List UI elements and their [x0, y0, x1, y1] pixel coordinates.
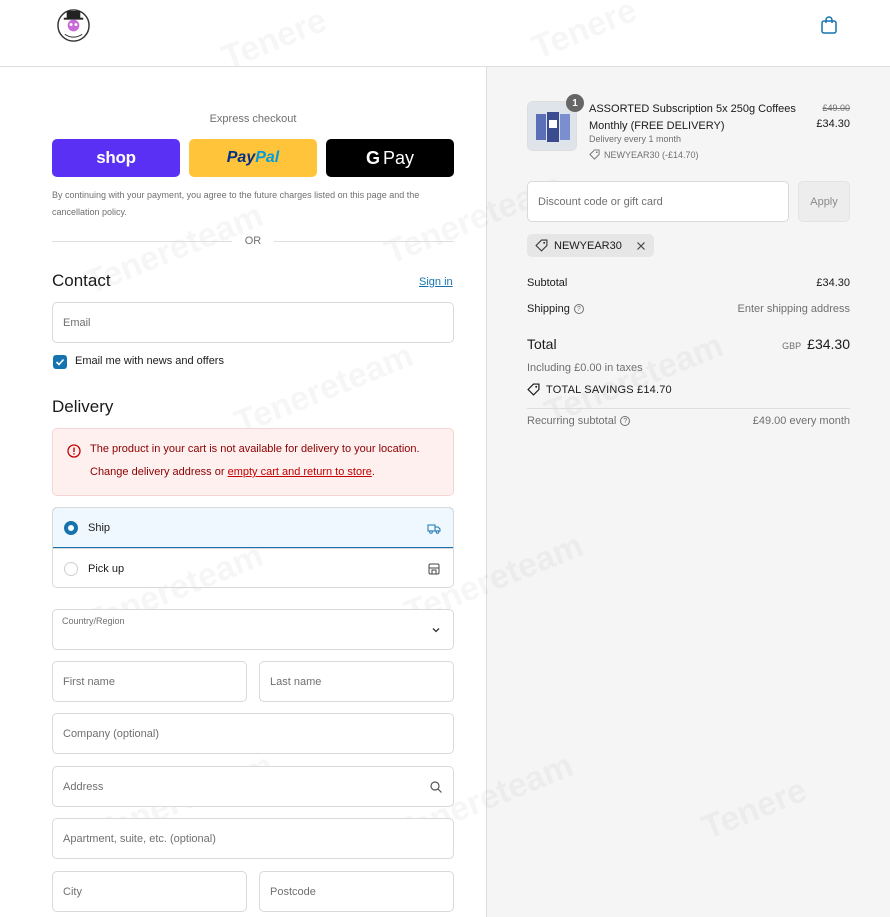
chevron-down-icon	[432, 627, 440, 632]
product-discount-text: NEWYEAR30 (-£14.70)	[604, 149, 699, 160]
product-discount: NEWYEAR30 (-£14.70)	[589, 149, 699, 160]
paypal-label-pal: Pal	[255, 149, 280, 166]
address-placeholder: Address	[63, 780, 104, 793]
recurring-value: £49.00 every month	[752, 415, 850, 427]
discount-code-field[interactable]: Discount code or gift card	[527, 181, 789, 222]
recurring-subtotal-row: Recurring subtotal ? £49.00 every month	[527, 415, 850, 427]
subtotal-row: Subtotal £34.30	[527, 277, 850, 289]
original-price: £49.00	[822, 103, 850, 113]
express-checkout-title: Express checkout	[209, 113, 297, 125]
contact-title: Contact	[52, 271, 111, 290]
error-suffix: .	[371, 466, 375, 478]
empty-cart-link[interactable]: empty cart and return to store	[228, 466, 372, 478]
close-icon[interactable]	[636, 241, 646, 251]
applied-discount-chip: NEWYEAR30	[527, 234, 654, 257]
divider	[52, 241, 232, 242]
or-separator: OR	[244, 235, 262, 247]
shipping-label: Shipping	[527, 303, 570, 315]
ship-label: Ship	[88, 521, 111, 534]
total-value-group: GBP £34.30	[782, 336, 850, 352]
search-icon	[430, 780, 442, 793]
tag-icon	[527, 383, 540, 396]
apply-discount-button[interactable]: Apply	[798, 181, 850, 222]
newsletter-label: Email me with news and offers	[75, 355, 224, 367]
first-name-field[interactable]: First name	[52, 661, 247, 702]
quantity-badge: 1	[566, 94, 584, 112]
error-icon	[67, 444, 81, 458]
currency-code: GBP	[782, 341, 802, 351]
first-name-placeholder: First name	[63, 675, 115, 688]
tax-line: Including £0.00 in taxes	[527, 362, 643, 374]
applied-code: NEWYEAR30	[554, 239, 622, 252]
company-placeholder: Company (optional)	[63, 727, 159, 740]
divider	[274, 241, 454, 242]
header	[0, 0, 890, 67]
product-title: ASSORTED Subscription 5x 250g Coffees Mo…	[589, 103, 796, 132]
newsletter-checkbox[interactable]	[53, 355, 67, 369]
email-field[interactable]: Email	[52, 302, 454, 343]
company-field[interactable]: Company (optional)	[52, 713, 454, 754]
address-field[interactable]: Address	[52, 766, 454, 807]
last-name-field[interactable]: Last name	[259, 661, 454, 702]
error-message-2: Change delivery address or empty cart an…	[90, 466, 375, 478]
subtotal-label: Subtotal	[527, 277, 568, 289]
subtotal-value: £34.30	[816, 277, 850, 289]
apartment-placeholder: Apartment, suite, etc. (optional)	[63, 832, 216, 845]
delivery-title: Delivery	[52, 397, 114, 416]
product-delivery-frequency: Delivery every 1 month	[589, 134, 682, 144]
postcode-placeholder: Postcode	[270, 885, 316, 898]
shopping-bag-icon[interactable]	[820, 16, 838, 34]
city-field[interactable]: City	[52, 871, 247, 912]
recurring-label-group: Recurring subtotal ?	[527, 415, 631, 427]
country-label: Country/Region	[62, 616, 125, 626]
pickup-label: Pick up	[88, 562, 125, 575]
product-price: £34.30	[816, 118, 850, 130]
error-message: The product in your cart is not availabl…	[90, 443, 420, 455]
postcode-field[interactable]: Postcode	[259, 871, 454, 912]
paypal-label-pay: Pay	[226, 149, 256, 166]
brand-logo-icon[interactable]	[56, 8, 91, 43]
google-pay-button[interactable]: G Pay	[326, 139, 454, 177]
shop-pay-label: shop	[96, 148, 136, 167]
discount-placeholder: Discount code or gift card	[538, 195, 663, 208]
store-icon	[428, 563, 440, 574]
radio-pickup[interactable]	[64, 561, 78, 576]
apartment-field[interactable]: Apartment, suite, etc. (optional)	[52, 818, 454, 859]
country-select[interactable]: Country/Region	[52, 609, 454, 650]
delivery-method-group: Ship Pick up	[52, 507, 454, 588]
sign-in-link[interactable]: Sign in	[419, 276, 453, 288]
help-icon[interactable]: ?	[620, 416, 631, 426]
tag-icon	[535, 239, 548, 252]
delivery-option-pickup[interactable]: Pick up	[53, 548, 453, 587]
divider	[527, 408, 850, 409]
email-placeholder: Email	[63, 316, 91, 329]
shipping-row: Shipping ? Enter shipping address	[527, 303, 850, 315]
total-savings-text: TOTAL SAVINGS £14.70	[546, 383, 672, 396]
total-row: Total GBP £34.30	[527, 336, 850, 352]
last-name-placeholder: Last name	[270, 675, 322, 688]
delivery-error-banner: The product in your cart is not availabl…	[52, 428, 454, 496]
google-g-icon: G	[365, 147, 380, 168]
payment-disclaimer: By continuing with your payment, you agr…	[52, 190, 420, 217]
recurring-label: Recurring subtotal	[527, 415, 617, 427]
truck-icon	[427, 524, 441, 534]
google-pay-label: Pay	[382, 147, 415, 168]
city-placeholder: City	[63, 885, 82, 898]
total-value: £34.30	[807, 336, 850, 352]
help-icon[interactable]: ?	[573, 304, 584, 314]
radio-ship[interactable]	[64, 520, 78, 535]
shipping-value: Enter shipping address	[737, 303, 850, 315]
shipping-label-group: Shipping ?	[527, 303, 584, 315]
tag-icon	[589, 149, 600, 160]
shop-pay-button[interactable]: shop	[52, 139, 180, 177]
error-prefix: Change delivery address or	[90, 466, 228, 478]
paypal-button[interactable]: Pay Pal	[189, 139, 317, 177]
total-label: Total	[527, 336, 557, 352]
checkmark-icon	[55, 358, 65, 366]
delivery-option-ship[interactable]: Ship	[53, 508, 453, 548]
total-savings: TOTAL SAVINGS £14.70	[527, 383, 672, 396]
